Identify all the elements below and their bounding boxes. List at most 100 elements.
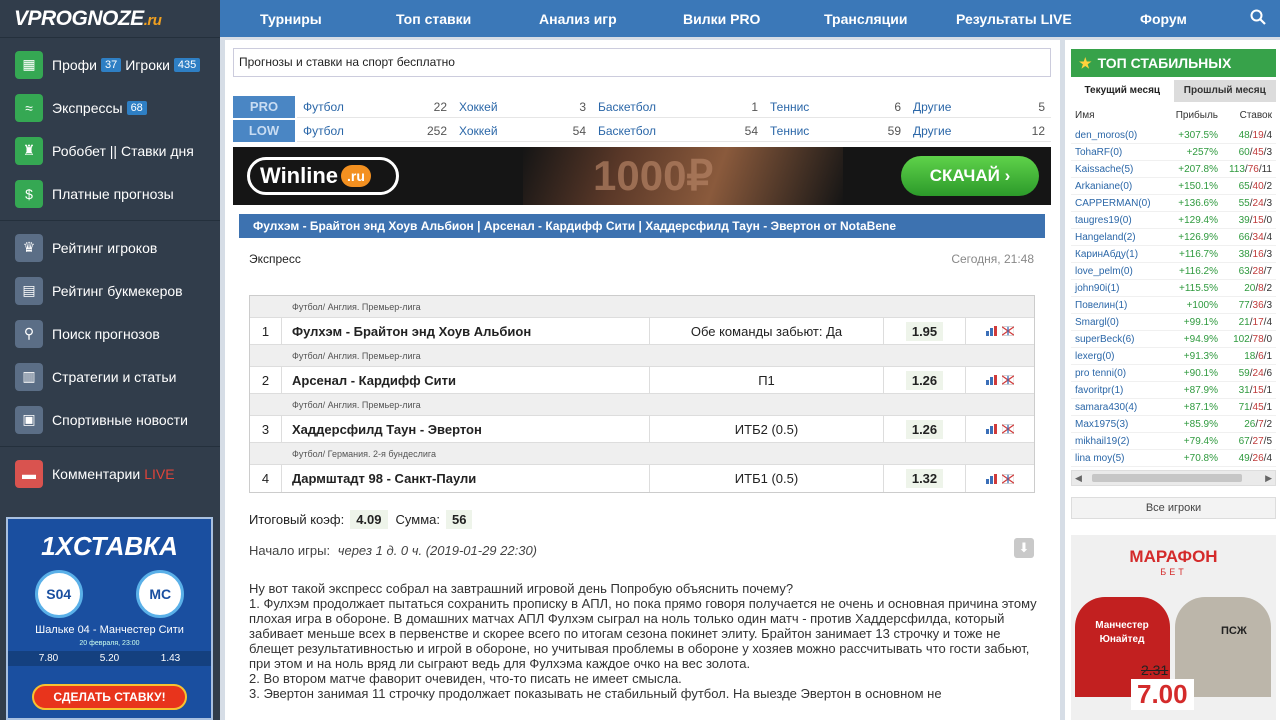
table-header: Имя Прибыль Ставок: [1071, 107, 1276, 125]
nav-broadcasts[interactable]: Трансляции: [824, 11, 907, 27]
sidebar-item-express[interactable]: ≈ Экспрессы 68: [0, 86, 220, 129]
stats-icon[interactable]: [986, 375, 998, 385]
winline-banner[interactable]: 1000₽ Winline .ru СКАЧАЙ ›: [233, 147, 1051, 205]
player-name[interactable]: pro tenni(0): [1071, 368, 1163, 379]
flag-icon[interactable]: [1002, 375, 1014, 385]
flag-icon[interactable]: [1002, 326, 1014, 336]
bets-lost: 45: [1252, 401, 1264, 413]
nav-top-bets[interactable]: Топ ставки: [396, 11, 471, 27]
level-label-low[interactable]: LOW: [233, 120, 295, 142]
sidebar-item-search[interactable]: ⚲ Поиск прогнозов: [0, 312, 220, 355]
flag-icon[interactable]: [1002, 473, 1014, 484]
nav-forks-pro[interactable]: Вилки PRO: [683, 11, 760, 27]
chat-icon: ▬: [15, 459, 43, 488]
all-players-button[interactable]: Все игроки: [1071, 497, 1276, 519]
sport-link-football[interactable]: Футбол 22: [297, 96, 453, 118]
bet-title[interactable]: Фулхэм - Брайтон энд Хоув Альбион | Арсе…: [239, 214, 1045, 238]
sidebar-item-bookmaker-rating[interactable]: ▤ Рейтинг букмекеров: [0, 269, 220, 312]
player-profit: +94.9%: [1183, 333, 1218, 345]
promo-banner-1xstavka[interactable]: 1XСТАВКА S04 MC Шальке 04 - Манчестер Си…: [6, 517, 213, 720]
sport-count: 59: [887, 123, 901, 138]
player-bets: 71/45/1: [1238, 401, 1272, 413]
marafon-logo: МАРАФОН: [1129, 547, 1218, 566]
bets-other: 1: [1266, 384, 1272, 396]
player-name[interactable]: den_moros(0): [1071, 130, 1163, 141]
horizontal-scrollbar[interactable]: ◀ ▶: [1071, 470, 1276, 486]
player-name[interactable]: taugres19(0): [1071, 215, 1163, 226]
promo-odd: 5.20: [99, 653, 120, 664]
scroll-thumb[interactable]: [1092, 474, 1242, 482]
download-button[interactable]: СКАЧАЙ ›: [901, 156, 1039, 196]
player-name[interactable]: love_pelm(0): [1071, 266, 1163, 277]
player-name[interactable]: Hangeland(2): [1071, 232, 1163, 243]
sidebar-item-paid[interactable]: $ Платные прогнозы: [0, 172, 220, 215]
player-name[interactable]: Kaissache(5): [1071, 164, 1163, 175]
player-name[interactable]: favoritpr(1): [1071, 385, 1163, 396]
player-name[interactable]: КаринАбду(1): [1071, 249, 1163, 260]
player-name[interactable]: TohaRF(0): [1071, 147, 1163, 158]
tab-last-month[interactable]: Прошлый месяц: [1173, 80, 1276, 102]
sport-link-tennis[interactable]: Теннис 59: [764, 120, 907, 142]
player-name[interactable]: john90i(1): [1071, 283, 1163, 294]
sidebar-item-news[interactable]: ▣ Спортивные новости: [0, 398, 220, 441]
pick-teams[interactable]: Арсенал - Кардифф Сити: [282, 367, 650, 393]
sidebar-item-player-rating[interactable]: ♛ Рейтинг игроков: [0, 226, 220, 269]
sport-link-basketball[interactable]: Баскетбол 1: [592, 96, 764, 118]
bets-lost: 26: [1252, 452, 1264, 464]
bets-other: 4: [1266, 129, 1272, 141]
bets-won: 49: [1238, 452, 1250, 464]
player-name[interactable]: lina moy(5): [1071, 453, 1163, 464]
stats-icon[interactable]: [986, 424, 998, 434]
player-profit: +115.5%: [1178, 282, 1218, 294]
nav-tournaments[interactable]: Турниры: [260, 11, 322, 27]
sport-link-basketball[interactable]: Баскетбол 54: [592, 120, 764, 142]
nav-live-results[interactable]: Результаты LIVE: [956, 11, 1072, 27]
sidebar-item-comments[interactable]: ▬ Комментарии LIVE: [0, 452, 220, 495]
player-name[interactable]: Arkaniane(0): [1071, 181, 1163, 192]
sport-count: 252: [426, 123, 447, 138]
player-name[interactable]: superBeck(6): [1071, 334, 1163, 345]
pick-teams[interactable]: Дармштадт 98 - Санкт-Паули: [282, 465, 650, 492]
download-arrow-icon[interactable]: ⬇: [1014, 538, 1034, 558]
player-profit: +91.3%: [1183, 350, 1218, 362]
site-logo[interactable]: VPROGNOZE.ru: [0, 0, 220, 37]
player-name[interactable]: Повелин(1): [1071, 300, 1163, 311]
marafon-banner[interactable]: МАРАФОН БЕТ Манчестер Юнайтед ПСЖ 2.31 7…: [1071, 535, 1276, 720]
sport-count: 22: [433, 99, 447, 114]
player-name[interactable]: lexerg(0): [1071, 351, 1163, 362]
column-header-name: Имя: [1075, 110, 1095, 121]
player-name[interactable]: Smargl(0): [1071, 317, 1163, 328]
tab-current-month[interactable]: Текущий месяц: [1071, 80, 1174, 102]
player-name[interactable]: mikhail19(2): [1071, 436, 1163, 447]
sidebar-item-profi[interactable]: ▦ Профи 37 Игроки 435: [0, 43, 220, 86]
bets-won: 65: [1238, 180, 1250, 192]
level-label-pro[interactable]: PRO: [233, 96, 295, 118]
pick-odd: 1.26: [884, 367, 966, 393]
sport-link-football[interactable]: Футбол 252: [297, 120, 453, 142]
pick-teams[interactable]: Хаддерсфилд Таун - Эвертон: [282, 416, 650, 442]
game-start-value: через 1 д. 0 ч. (2019-01-29 22:30): [337, 543, 538, 558]
search-icon[interactable]: [1250, 9, 1266, 25]
sidebar-item-label: Рейтинг букмекеров: [52, 282, 183, 299]
pick-teams[interactable]: Фулхэм - Брайтон энд Хоув Альбион: [282, 318, 650, 344]
sport-link-tennis[interactable]: Теннис 6: [764, 96, 907, 118]
sport-link-hockey[interactable]: Хоккей 3: [453, 96, 592, 118]
scroll-right-icon[interactable]: ▶: [1265, 473, 1272, 484]
nav-forum[interactable]: Форум: [1140, 11, 1187, 27]
make-bet-button[interactable]: СДЕЛАТЬ СТАВКУ!: [32, 684, 187, 710]
player-name[interactable]: samara430(4): [1071, 402, 1163, 413]
player-profit: +90.1%: [1183, 367, 1218, 379]
flag-icon[interactable]: [1002, 424, 1014, 434]
player-name[interactable]: Max1975(3): [1071, 419, 1163, 430]
list-item: lexerg(0) +91.3% 18/6/1: [1071, 348, 1276, 365]
sport-link-other[interactable]: Другие 5: [907, 96, 1051, 118]
sidebar-item-strategies[interactable]: ▥ Стратегии и статьи: [0, 355, 220, 398]
player-name[interactable]: CAPPERMAN(0): [1071, 198, 1163, 209]
sidebar-item-robobet[interactable]: ♜ Робобет || Ставки дня: [0, 129, 220, 172]
scroll-left-icon[interactable]: ◀: [1075, 473, 1082, 484]
stats-icon[interactable]: [986, 326, 998, 336]
nav-game-analysis[interactable]: Анализ игр: [539, 11, 617, 27]
sport-link-hockey[interactable]: Хоккей 54: [453, 120, 592, 142]
sport-link-other[interactable]: Другие 12: [907, 120, 1051, 142]
stats-icon[interactable]: [986, 473, 998, 484]
